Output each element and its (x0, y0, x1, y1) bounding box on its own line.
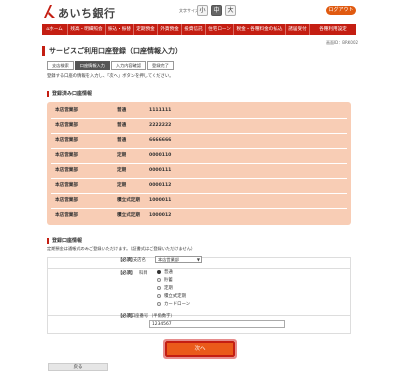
registered-accounts-table: 本店営業部 普通 1111111 本店営業部 普通 2222222 本店営業部 … (47, 102, 351, 225)
subject-required-badge: 【必須】 (118, 271, 136, 276)
nav-item-tax-payment[interactable]: 税金・各種料金の払込 (234, 24, 286, 35)
chevron-down-icon: ▼ (196, 257, 200, 262)
nav-item-housing-loan[interactable]: 住宅ローン (206, 24, 234, 35)
table-row: 本店営業部 普通 2222222 (51, 119, 347, 134)
header: あいち銀行 文字サイズ変更 小 中 大 ログアウト (0, 0, 400, 24)
font-size-small-button[interactable]: 小 (197, 5, 208, 16)
nav-item-transfer[interactable]: 振込・振替 (106, 24, 134, 35)
step-confirm: 入力内容確認 (110, 61, 147, 70)
branch-select[interactable]: 本店営業部 ▼ (155, 256, 202, 263)
page-title: サービスご利用口座登録（口座情報入力） (42, 46, 182, 56)
table-row: 本店営業部 定期 0000111 (51, 164, 347, 179)
table-row: 本店営業部 普通 1111111 (51, 104, 347, 119)
subject-radio-installment-time[interactable]: 積立式定期 (157, 293, 186, 299)
nav-item-home[interactable]: ⌂ホーム (42, 24, 68, 35)
step-account-input: 口座情報入力 (74, 61, 110, 70)
nav-item-notifications[interactable]: 諸届受付 (286, 24, 310, 35)
logout-button[interactable]: ログアウト (326, 6, 356, 15)
table-row: 本店営業部 積立式定期 1000012 (55, 213, 172, 218)
next-button[interactable]: 次へ (163, 339, 237, 359)
subject-radio-card-loan[interactable]: カードローン (157, 301, 190, 307)
nav-item-balance[interactable]: 残高・明細照会 (68, 24, 106, 35)
global-nav: ⌂ホーム 残高・明細照会 振込・振替 定期預金 外貨預金 投資信託 住宅ローン … (42, 24, 356, 35)
font-size-medium-button[interactable]: 中 (211, 5, 222, 16)
account-number-input[interactable]: 1234567 (149, 320, 285, 328)
registered-accounts-heading: 登録済み口座情報 (47, 91, 92, 97)
step-indicator: 支店検索 口座情報入力 入力内容確認 登録完了 (47, 61, 175, 70)
step-branch-search: 支店検索 (47, 61, 74, 70)
bank-name: あいち銀行 (58, 7, 116, 20)
table-row: 本店営業部 普通 6666666 (51, 134, 347, 149)
account-number-hint: （半角数字） (149, 314, 175, 319)
registration-note: 定期預金は通帳式のみご登録いただけます。（証書式はご登録いただけません） (47, 246, 196, 251)
table-row: 本店営業部 定期 0000112 (51, 179, 347, 194)
screen-id: 画面ID：BRK002 (326, 40, 359, 45)
subject-label: 科目 (139, 271, 148, 276)
branch-label: 支店名 (133, 258, 146, 263)
subject-radio-savings[interactable]: 普通 (157, 269, 173, 275)
registration-heading: 登録口座情報 (47, 238, 82, 244)
font-size-large-button[interactable]: 大 (225, 5, 236, 16)
back-button[interactable]: 戻る (48, 363, 108, 371)
subject-radio-time[interactable]: 定期 (157, 285, 173, 291)
step-complete: 登録完了 (147, 61, 174, 70)
subject-radio-reserve[interactable]: 貯蓄 (157, 277, 173, 283)
table-row: 本店営業部 積立式定期 1000011 (51, 194, 347, 209)
nav-item-investment-trust[interactable]: 投資信託 (182, 24, 206, 35)
nav-item-settings[interactable]: 各種利用設定 (310, 24, 356, 35)
nav-item-foreign-deposit[interactable]: 外貨預金 (158, 24, 182, 35)
table-row: 本店営業部 定期 0000110 (51, 149, 347, 164)
nav-item-time-deposit[interactable]: 定期預金 (134, 24, 158, 35)
instruction-text: 登録する口座の情報を入力し、「次へ」ボタンを押してください。 (47, 74, 174, 79)
account-number-label: 口座番号 (131, 314, 149, 319)
bank-logo-icon (44, 5, 55, 18)
